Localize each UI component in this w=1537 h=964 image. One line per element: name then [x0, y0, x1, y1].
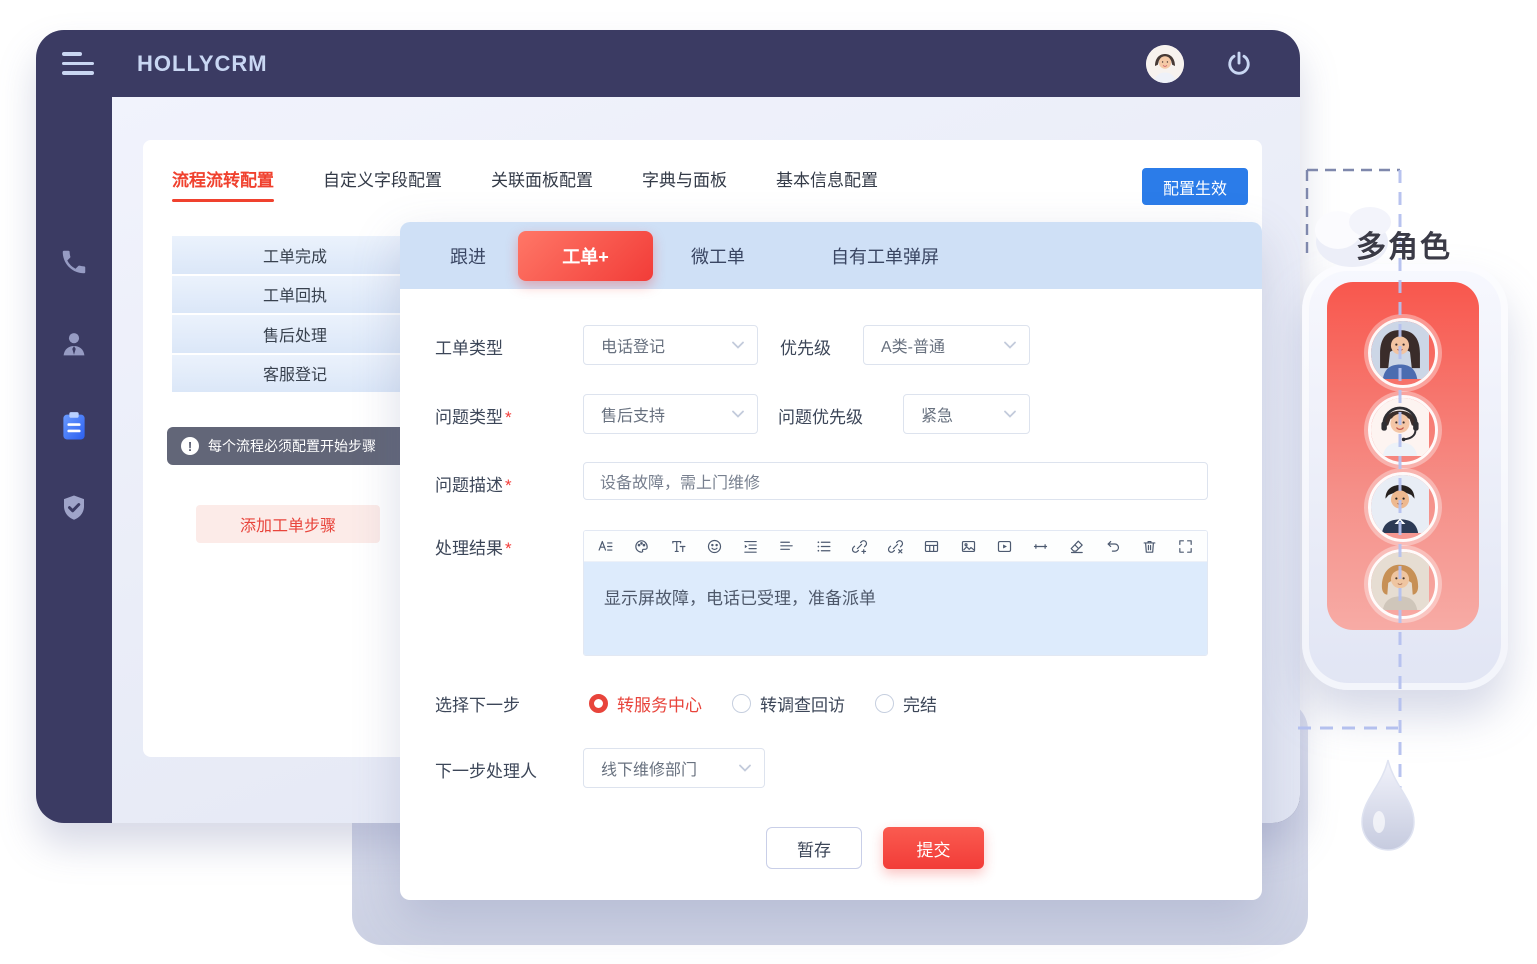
list-icon[interactable]: [815, 538, 832, 555]
fullscreen-icon[interactable]: [1177, 538, 1194, 555]
chevron-down-icon: [739, 764, 751, 772]
tab-ticket-plus[interactable]: 工单+: [518, 231, 653, 281]
issue-type-label: 问题类型*: [435, 403, 512, 428]
notice-text: 每个流程必须配置开始步骤: [208, 436, 376, 456]
emoji-icon[interactable]: [706, 538, 723, 555]
hamburger-menu-icon[interactable]: [62, 52, 95, 75]
role-avatar-specialist: [1368, 549, 1438, 619]
result-editor[interactable]: 显示屏故障，电话已受理，准备派单: [583, 530, 1208, 656]
issue-desc-input[interactable]: 设备故障，需上门维修: [583, 462, 1208, 500]
workflow-step-item[interactable]: 工单回执: [172, 276, 418, 314]
radio-transfer-survey-callback[interactable]: 转调查回访: [732, 691, 845, 716]
config-tab-bar: 流程流转配置 自定义字段配置 关联面板配置 字典与面板 基本信息配置: [172, 166, 878, 202]
align-left-icon[interactable]: [778, 538, 795, 555]
workflow-step-item[interactable]: 客服登记: [172, 355, 418, 393]
phone-icon[interactable]: [56, 244, 92, 280]
table-icon[interactable]: [923, 538, 940, 555]
exclamation-icon: !: [181, 437, 199, 455]
multi-role-label: 多角色: [1356, 222, 1452, 266]
tab-micro-ticket[interactable]: 微工单: [691, 243, 745, 269]
next-handler-label: 下一步处理人: [435, 757, 537, 782]
chevron-down-icon: [1004, 410, 1016, 418]
tab-linked-panel-config[interactable]: 关联面板配置: [491, 166, 593, 202]
result-editor-content[interactable]: 显示屏故障，电话已受理，准备派单: [584, 562, 1207, 655]
workflow-step-list: 工单完成 工单回执 售后处理 客服登记: [172, 236, 418, 394]
role-avatar-list: [1327, 282, 1479, 630]
eraser-icon[interactable]: [1068, 538, 1085, 555]
role-avatar-headset-operator: [1368, 395, 1438, 465]
indent-icon[interactable]: [742, 538, 759, 555]
palette-icon[interactable]: [633, 538, 650, 555]
next-step-label: 选择下一步: [435, 691, 520, 716]
page: HOLLYCRM: [0, 0, 1537, 964]
role-avatar-manager: [1368, 472, 1438, 542]
link-remove-icon[interactable]: [887, 538, 904, 555]
app-sidebar: [36, 97, 112, 823]
tab-custom-field-config[interactable]: 自定义字段配置: [323, 166, 442, 202]
priority-select[interactable]: A类-普通: [863, 325, 1030, 365]
header-actions: [1146, 45, 1254, 83]
divider-icon[interactable]: [1032, 538, 1049, 555]
editor-toolbar: [584, 531, 1207, 562]
radio-finish[interactable]: 完结: [875, 691, 937, 716]
add-step-button[interactable]: 添加工单步骤: [196, 505, 380, 543]
priority-label: 优先级: [780, 334, 831, 359]
clipboard-icon[interactable]: [56, 408, 92, 444]
workflow-step-item[interactable]: 售后处理: [172, 315, 418, 353]
modal-tab-bar: 跟进 工单+ 微工单 自有工单弹屏: [400, 222, 1262, 289]
app-header: HOLLYCRM: [36, 30, 1300, 97]
multi-role-panel: [1302, 264, 1508, 690]
user-avatar[interactable]: [1146, 45, 1184, 83]
tab-follow-up[interactable]: 跟进: [450, 243, 486, 269]
issue-priority-select[interactable]: 紧急: [903, 394, 1030, 434]
apply-config-button[interactable]: 配置生效: [1142, 168, 1248, 205]
tab-process-flow-config[interactable]: 流程流转配置: [172, 166, 274, 202]
ticket-type-label: 工单类型: [435, 334, 503, 359]
next-step-options: 转服务中心 转调查回访 完结: [589, 691, 937, 716]
ticket-modal: 跟进 工单+ 微工单 自有工单弹屏 工单类型 电话登记 优先级 A类-普通 问题…: [400, 222, 1262, 900]
workflow-step-item[interactable]: 工单完成: [172, 236, 418, 274]
radio-selected-icon: [589, 694, 608, 713]
video-icon[interactable]: [996, 538, 1013, 555]
link-add-icon[interactable]: [851, 538, 868, 555]
save-draft-button[interactable]: 暂存: [766, 827, 862, 869]
power-icon[interactable]: [1224, 49, 1254, 79]
notice-tooltip: ! 每个流程必须配置开始步骤: [167, 427, 425, 465]
shield-icon[interactable]: [56, 490, 92, 526]
submit-button[interactable]: 提交: [883, 827, 984, 869]
app-title: HOLLYCRM: [137, 51, 268, 77]
next-handler-select[interactable]: 线下维修部门: [583, 748, 765, 788]
ticket-type-select[interactable]: 电话登记: [583, 325, 758, 365]
issue-type-select[interactable]: 售后支持: [583, 394, 758, 434]
radio-unselected-icon: [875, 694, 894, 713]
tab-dictionary-panel[interactable]: 字典与面板: [642, 166, 727, 202]
person-icon[interactable]: [56, 326, 92, 362]
issue-desc-label: 问题描述*: [435, 471, 512, 496]
undo-icon[interactable]: [1105, 538, 1122, 555]
user-avatar-image: [1146, 45, 1184, 83]
chevron-down-icon: [1004, 341, 1016, 349]
issue-priority-label: 问题优先级: [778, 403, 863, 428]
teardrop-shape: [1362, 760, 1414, 850]
image-icon[interactable]: [960, 538, 977, 555]
text-style-icon[interactable]: [597, 538, 614, 555]
radio-unselected-icon: [732, 694, 751, 713]
role-avatar-agent: [1368, 318, 1438, 388]
result-label: 处理结果*: [435, 534, 512, 559]
font-size-icon[interactable]: [670, 538, 687, 555]
tab-basic-info-config[interactable]: 基本信息配置: [776, 166, 878, 202]
delete-icon[interactable]: [1141, 538, 1158, 555]
radio-transfer-service-center[interactable]: 转服务中心: [589, 691, 702, 716]
chevron-down-icon: [732, 341, 744, 349]
tab-own-ticket-popup[interactable]: 自有工单弹屏: [831, 243, 939, 269]
chevron-down-icon: [732, 410, 744, 418]
